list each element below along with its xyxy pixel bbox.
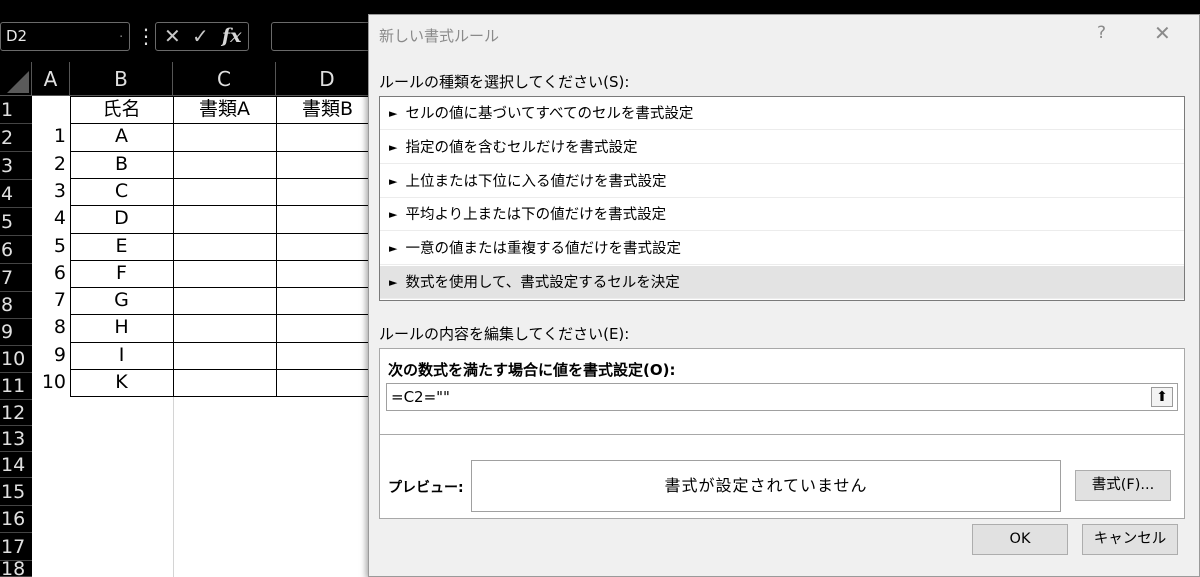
- row-header[interactable]: 10: [0, 346, 32, 373]
- rule-type-text: 指定の値を含むセルだけを書式設定: [405, 140, 638, 156]
- row-header[interactable]: 5: [0, 208, 32, 236]
- grid-line: [70, 396, 379, 398]
- header-cell-b: 氏名: [102, 98, 141, 120]
- name-box-dropdown-icon[interactable]: ⋅: [120, 23, 124, 50]
- formula-input-field[interactable]: =C2="" ⬆: [386, 383, 1178, 411]
- worksheet[interactable]: 氏名 書類A 書類B 1 A 2 B 3 C 4 D 5 E 6 F 7 G 8 H 9 I 10 K: [32, 96, 380, 577]
- row-header[interactable]: 14: [0, 452, 32, 478]
- row-header[interactable]: 4: [0, 180, 32, 208]
- cell-a-number: 10: [41, 371, 66, 393]
- rule-type-text: 一意の値または重複する値だけを書式設定: [405, 241, 681, 257]
- rule-type-text: セルの値に基づいてすべてのセルを書式設定: [405, 106, 694, 122]
- select-all-corner[interactable]: [0, 62, 32, 96]
- formula-buttons: ✕ ✓ fx: [155, 22, 249, 51]
- divider: [380, 434, 1184, 435]
- row-header[interactable]: 18: [0, 560, 32, 577]
- cell-a-number: 2: [53, 152, 66, 175]
- column-header-b[interactable]: B: [70, 62, 173, 96]
- row-header[interactable]: 12: [0, 400, 32, 426]
- formula-input[interactable]: [271, 22, 381, 51]
- cell-a-number: 7: [53, 289, 66, 312]
- grid-line: [173, 96, 174, 397]
- row-header[interactable]: 6: [0, 236, 32, 264]
- triangle-right-icon: ►: [389, 276, 398, 289]
- header-cell-d: 書類B: [301, 98, 354, 120]
- header-cell-c: 書類A: [199, 98, 250, 120]
- rule-type-item-formula[interactable]: ► 数式を使用して、書式設定するセルを決定: [380, 266, 1184, 299]
- row-header[interactable]: 9: [0, 319, 32, 346]
- row-header[interactable]: 13: [0, 426, 32, 452]
- cell-b-name: I: [118, 343, 125, 366]
- preview-label: プレビュー:: [388, 480, 464, 496]
- cell-b-name: H: [114, 316, 129, 339]
- formula-value: =C2="": [391, 388, 450, 406]
- cell-a-number: 1: [53, 125, 66, 148]
- cancel-button[interactable]: キャンセル: [1082, 524, 1178, 555]
- cell-a-number: 6: [53, 261, 66, 284]
- new-format-rule-dialog: 新しい書式ルール ? ✕ ルールの種類を選択してください(S): ► セルの値に基…: [368, 14, 1200, 577]
- rule-type-label: ルールの種類を選択してください(S):: [379, 73, 630, 91]
- column-header-c[interactable]: C: [173, 62, 276, 96]
- cell-b-name: D: [114, 207, 129, 230]
- row-header[interactable]: 8: [0, 292, 32, 319]
- cell-b-name: C: [114, 179, 129, 202]
- triangle-right-icon: ►: [389, 141, 398, 154]
- ok-button[interactable]: OK: [972, 524, 1068, 555]
- triangle-right-icon: ►: [389, 208, 398, 221]
- preview-box: 書式が設定されていません: [471, 460, 1061, 512]
- edit-rule-label: ルールの内容を編集してください(E):: [379, 325, 630, 343]
- row-header[interactable]: 11: [0, 373, 32, 400]
- rule-type-item-top-bottom[interactable]: ► 上位または下位に入る値だけを書式設定: [380, 165, 1184, 198]
- insert-function-icon[interactable]: fx: [222, 23, 242, 50]
- cell-b-name: B: [114, 152, 129, 175]
- cell-b-name: K: [115, 371, 128, 393]
- rule-type-text: 数式を使用して、書式設定するセルを決定: [405, 275, 680, 291]
- row-header[interactable]: 2: [0, 124, 32, 152]
- more-options-icon[interactable]: ⋮: [136, 24, 156, 48]
- cell-a-number: 4: [53, 207, 66, 230]
- grid-line: [276, 96, 277, 397]
- select-all-icon: [7, 71, 29, 93]
- cancel-entry-icon[interactable]: ✕: [164, 23, 181, 50]
- rule-type-text: 平均より上または下の値だけを書式設定: [405, 207, 667, 223]
- collapse-dialog-icon[interactable]: ⬆: [1151, 387, 1173, 407]
- format-button[interactable]: 書式(F)...: [1075, 470, 1171, 501]
- close-icon[interactable]: ✕: [1154, 21, 1171, 45]
- rule-description-panel: 次の数式を満たす場合に値を書式設定(O): =C2="" ⬆ プレビュー: 書式…: [379, 348, 1185, 519]
- row-header[interactable]: 17: [0, 533, 32, 561]
- help-icon[interactable]: ?: [1097, 23, 1106, 43]
- cell-b-name: A: [115, 125, 128, 148]
- column-header-d[interactable]: D: [276, 62, 379, 96]
- name-box-value: D2: [6, 27, 28, 45]
- rule-type-text: 上位または下位に入る値だけを書式設定: [405, 174, 667, 190]
- cell-a-number: 9: [53, 343, 66, 366]
- rule-type-item-unique-duplicate[interactable]: ► 一意の値または重複する値だけを書式設定: [380, 232, 1184, 265]
- rule-type-item-average[interactable]: ► 平均より上または下の値だけを書式設定: [380, 198, 1184, 231]
- row-header[interactable]: 7: [0, 264, 32, 292]
- formula-label: 次の数式を満たす場合に値を書式設定(O):: [388, 361, 676, 379]
- cell-b-name: E: [115, 234, 128, 257]
- dialog-title: 新しい書式ルール: [379, 27, 500, 45]
- row-header[interactable]: 3: [0, 152, 32, 180]
- cell-b-name: G: [114, 289, 129, 312]
- row-header[interactable]: 1: [0, 96, 32, 124]
- triangle-right-icon: ►: [389, 175, 398, 188]
- rule-type-item-contains[interactable]: ► 指定の値を含むセルだけを書式設定: [380, 131, 1184, 164]
- cell-b-name: F: [116, 261, 127, 284]
- cell-a-number: 8: [53, 316, 66, 339]
- column-header-a[interactable]: A: [32, 62, 70, 96]
- rule-type-item-cell-value[interactable]: ► セルの値に基づいてすべてのセルを書式設定: [380, 97, 1184, 130]
- row-header[interactable]: 16: [0, 506, 32, 533]
- confirm-entry-icon[interactable]: ✓: [192, 23, 209, 50]
- cell-a-number: 5: [53, 234, 66, 257]
- triangle-right-icon: ►: [389, 107, 398, 120]
- row-header[interactable]: 15: [0, 478, 32, 506]
- cell-a-number: 3: [53, 179, 66, 202]
- name-box[interactable]: D2 ⋅: [0, 22, 130, 51]
- rule-type-list: ► セルの値に基づいてすべてのセルを書式設定 ► 指定の値を含むセルだけを書式設定 …: [379, 96, 1185, 301]
- triangle-right-icon: ►: [389, 242, 398, 255]
